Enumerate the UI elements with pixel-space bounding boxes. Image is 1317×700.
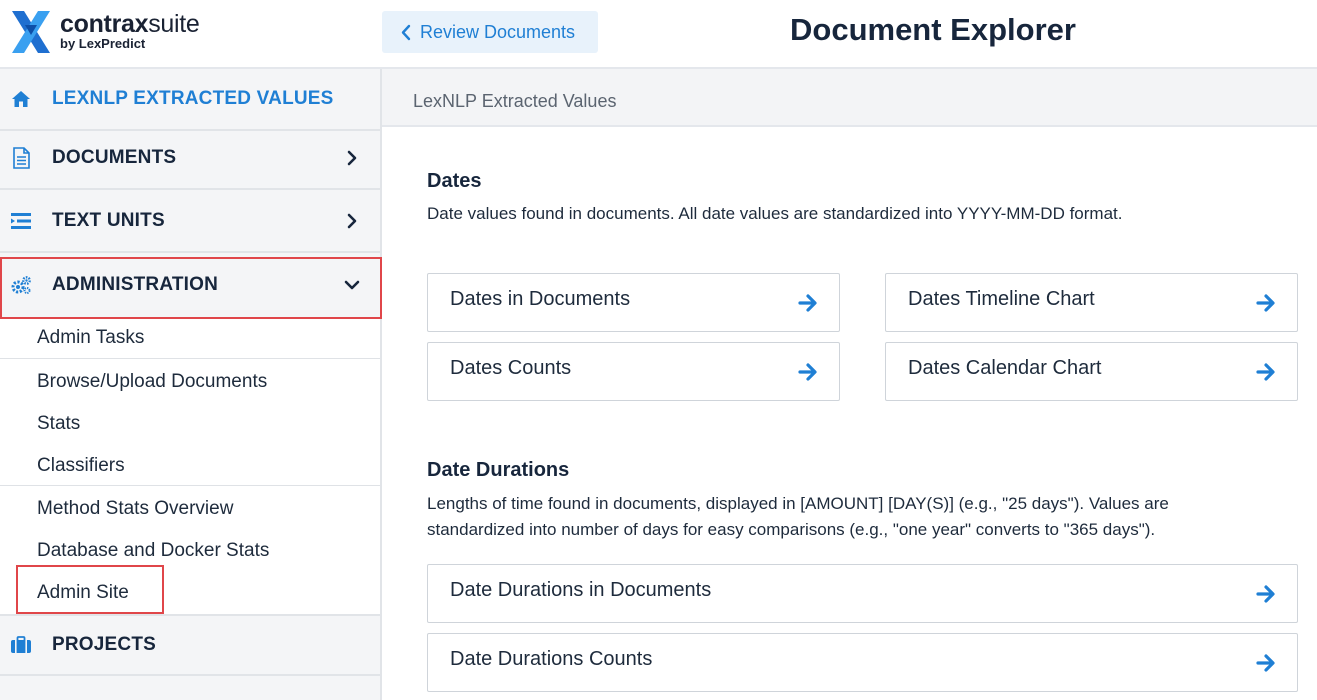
card-dates-counts[interactable]: Dates Counts [427,342,840,401]
section-title-date-durations: Date Durations [427,459,570,481]
submenu-divider [0,358,380,359]
arrow-right-icon [1256,294,1275,312]
card-label: Dates Timeline Chart [908,288,1095,310]
sidebar-item-administration[interactable]: ADMINISTRATION [0,254,380,316]
card-date-durations-counts[interactable]: Date Durations Counts [427,633,1298,692]
sidebar-item-label: LEXNLP EXTRACTED VALUES [52,88,334,109]
card-label: Dates Calendar Chart [908,357,1102,379]
document-icon [10,147,32,169]
submenu-item-stats[interactable]: Stats [37,413,80,435]
home-icon [10,88,32,110]
sidebar-item-text-units[interactable]: TEXT UNITS [0,191,380,253]
sidebar-item-label: DOCUMENTS [52,147,177,168]
top-header: contraxsuite by LexPredict Review Docume… [0,0,1317,69]
section-description-dates: Date values found in documents. All date… [427,204,1123,223]
breadcrumb: LexNLP Extracted Values [413,91,617,111]
submenu-item-classifiers[interactable]: Classifiers [37,455,125,477]
briefcase-icon [10,634,32,656]
card-label: Date Durations in Documents [450,579,712,601]
chevron-right-icon [344,213,360,229]
arrow-right-icon [798,363,817,381]
review-documents-label: Review Documents [420,21,576,42]
submenu-item-database-docker-stats[interactable]: Database and Docker Stats [37,540,269,562]
submenu-item-browse-upload-documents[interactable]: Browse/Upload Documents [37,371,267,393]
list-icon [10,210,32,232]
card-dates-calendar-chart[interactable]: Dates Calendar Chart [885,342,1298,401]
logo-subtitle: by LexPredict [60,36,146,51]
sidebar-item-documents[interactable]: DOCUMENTS [0,128,380,190]
arrow-right-icon [798,294,817,312]
sidebar-item-label: ADMINISTRATION [52,274,219,295]
submenu-item-admin-site[interactable]: Admin Site [37,582,129,604]
review-documents-button[interactable]: Review Documents [382,11,598,53]
section-description-date-durations-line2: standardized into number of days for eas… [427,520,1156,539]
sidebar: LEXNLP EXTRACTED VALUES DOCUMENTS TEXT U… [0,69,382,700]
sidebar-item-label: PROJECTS [52,634,157,655]
sidebar-item-label: TEXT UNITS [52,210,165,231]
admin-submenu: Admin Tasks Browse/Upload Documents Stat… [0,318,380,614]
arrow-right-icon [1256,363,1275,381]
contraxsuite-x-icon [12,11,50,53]
arrow-right-icon [1256,654,1275,672]
section-title-dates: Dates [427,170,482,192]
contraxsuite-logo[interactable]: contraxsuite by LexPredict [12,8,242,56]
chevron-left-icon [400,24,411,41]
submenu-divider [0,485,380,486]
card-label: Date Durations Counts [450,648,653,670]
breadcrumb-bar: LexNLP Extracted Values [382,69,1317,127]
sidebar-item-lexnlp-extracted-values[interactable]: LEXNLP EXTRACTED VALUES [0,69,380,131]
chevron-down-icon [344,277,360,293]
card-label: Dates Counts [450,357,572,379]
arrow-right-icon [1256,585,1275,603]
page-title: Document Explorer [790,12,1076,47]
card-label: Dates in Documents [450,288,631,310]
chevron-right-icon [344,150,360,166]
submenu-item-method-stats-overview[interactable]: Method Stats Overview [37,498,233,520]
logo-wordmark: contraxsuite [60,10,200,38]
card-date-durations-in-documents[interactable]: Date Durations in Documents [427,564,1298,623]
card-dates-in-documents[interactable]: Dates in Documents [427,273,840,332]
card-dates-timeline-chart[interactable]: Dates Timeline Chart [885,273,1298,332]
sidebar-item-projects[interactable]: PROJECTS [0,614,380,676]
submenu-item-admin-tasks[interactable]: Admin Tasks [37,327,144,349]
gears-icon [10,274,32,296]
main-content: LexNLP Extracted Values Dates Date value… [382,69,1317,700]
section-description-date-durations-line1: Lengths of time found in documents, disp… [427,494,1169,513]
